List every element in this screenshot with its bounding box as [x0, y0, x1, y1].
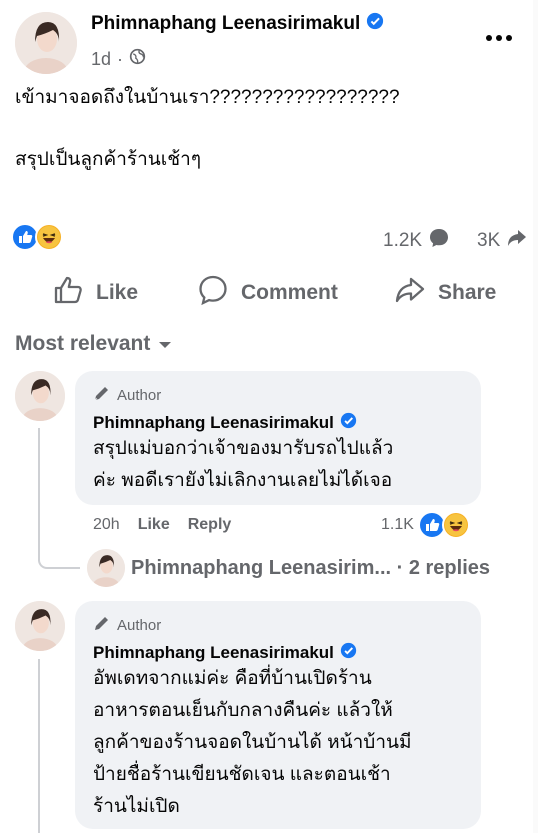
comment-2-text-line-1: อัพเดทจากแม่ค่ะ คือที่บ้านเปิดร้าน [93, 668, 372, 689]
comment-1-text-line-2: ค่ะ พอดีเรายังไม่เลิกงานเลยไม่ได้เจอ [93, 470, 393, 491]
comment-2-text-line-3: ลูกค้าของร้านจอดในบ้านได้ หน้าบ้านมี [93, 732, 412, 753]
comment-1-reply-button[interactable]: Reply [188, 516, 232, 534]
reply-avatar[interactable] [87, 549, 125, 587]
more-icon[interactable] [485, 22, 513, 48]
comment-2-author-name[interactable]: Phimnaphang Leenasirimakul [93, 642, 357, 664]
share-count-icon [506, 227, 528, 255]
comment-2-bubble: Author Phimnaphang Leenasirimakul อัพเดท… [75, 601, 481, 829]
comment-1-avatar[interactable] [15, 371, 65, 421]
post-author-avatar[interactable] [15, 12, 77, 74]
post-meta: 1d · [91, 48, 146, 70]
comment-2-avatar[interactable] [15, 601, 65, 651]
comment-1-bubble: Author Phimnaphang Leenasirimakul สรุปแม… [75, 371, 481, 505]
comment-count[interactable]: 1.2K [383, 227, 450, 255]
post-text-line-2: สรุปเป็นลูกค้าร้านเช้าๆ [15, 149, 202, 170]
view-replies-link[interactable]: Phimnaphang Leenasirim... · 2 replies [131, 557, 490, 580]
like-icon [52, 274, 84, 312]
like-label: Like [96, 281, 139, 304]
thread-line [38, 659, 40, 833]
comment-1-meta: 20h Like Reply [93, 516, 231, 534]
haha-reaction-icon [441, 511, 470, 539]
post-text-line-1: เข้ามาจอดถึงในบ้านเรา?????????????????? [15, 87, 400, 108]
share-count[interactable]: 3K [477, 227, 528, 255]
reply-count: · 2 replies [396, 557, 491, 579]
thread-line [38, 428, 40, 561]
author-tag: Author [93, 384, 161, 406]
comment-1-author-name[interactable]: Phimnaphang Leenasirimakul [93, 412, 357, 434]
reply-author-name: Phimnaphang Leenasirim... [131, 557, 392, 579]
comment-2-text-line-4: ป้ายชื่อร้านเขียนชัดเจน และตอนเช้า [93, 764, 391, 785]
comment-1-reactions[interactable]: 1.1K [381, 511, 470, 539]
like-button[interactable]: Like [52, 274, 138, 312]
meta-separator: · [117, 48, 124, 69]
comment-1-like-button[interactable]: Like [138, 516, 170, 534]
globe-icon [129, 48, 146, 70]
post-author-name[interactable]: Phimnaphang Leenasirimakul [91, 12, 384, 36]
reaction-summary[interactable] [11, 223, 63, 251]
author-tag: Author [93, 614, 161, 636]
pen-icon [93, 384, 111, 406]
verified-icon [366, 12, 384, 36]
comment-label: Comment [241, 281, 338, 304]
caret-down-icon [158, 332, 172, 356]
comment-1-time[interactable]: 20h [93, 516, 120, 534]
post-time[interactable]: 1d [91, 49, 111, 70]
comment-2-text-line-2: อาหารตอนเย็นกับกลางคืนค่ะ แล้วให้ [93, 700, 393, 721]
comment-1-text-line-1: สรุปแม่บอกว่าเจ้าของมารับรถไปแล้ว [93, 438, 394, 459]
comment-icon [197, 274, 229, 312]
comment-count-icon [428, 227, 450, 255]
share-label: Share [438, 281, 497, 304]
pen-icon [93, 614, 111, 636]
comment-2-text-line-5: ร้านไม่เปิด [93, 796, 180, 817]
scrollbar[interactable] [533, 0, 538, 833]
sort-label: Most relevant [15, 332, 151, 355]
share-icon [394, 274, 426, 312]
verified-icon [340, 412, 357, 434]
comment-button[interactable]: Comment [197, 274, 338, 312]
comment-1-reaction-count: 1.1K [381, 516, 414, 533]
verified-icon [340, 642, 357, 664]
thread-branch [38, 560, 80, 569]
haha-reaction-icon [35, 223, 63, 251]
comment-sort-dropdown[interactable]: Most relevant [15, 332, 172, 356]
share-button[interactable]: Share [394, 274, 496, 312]
